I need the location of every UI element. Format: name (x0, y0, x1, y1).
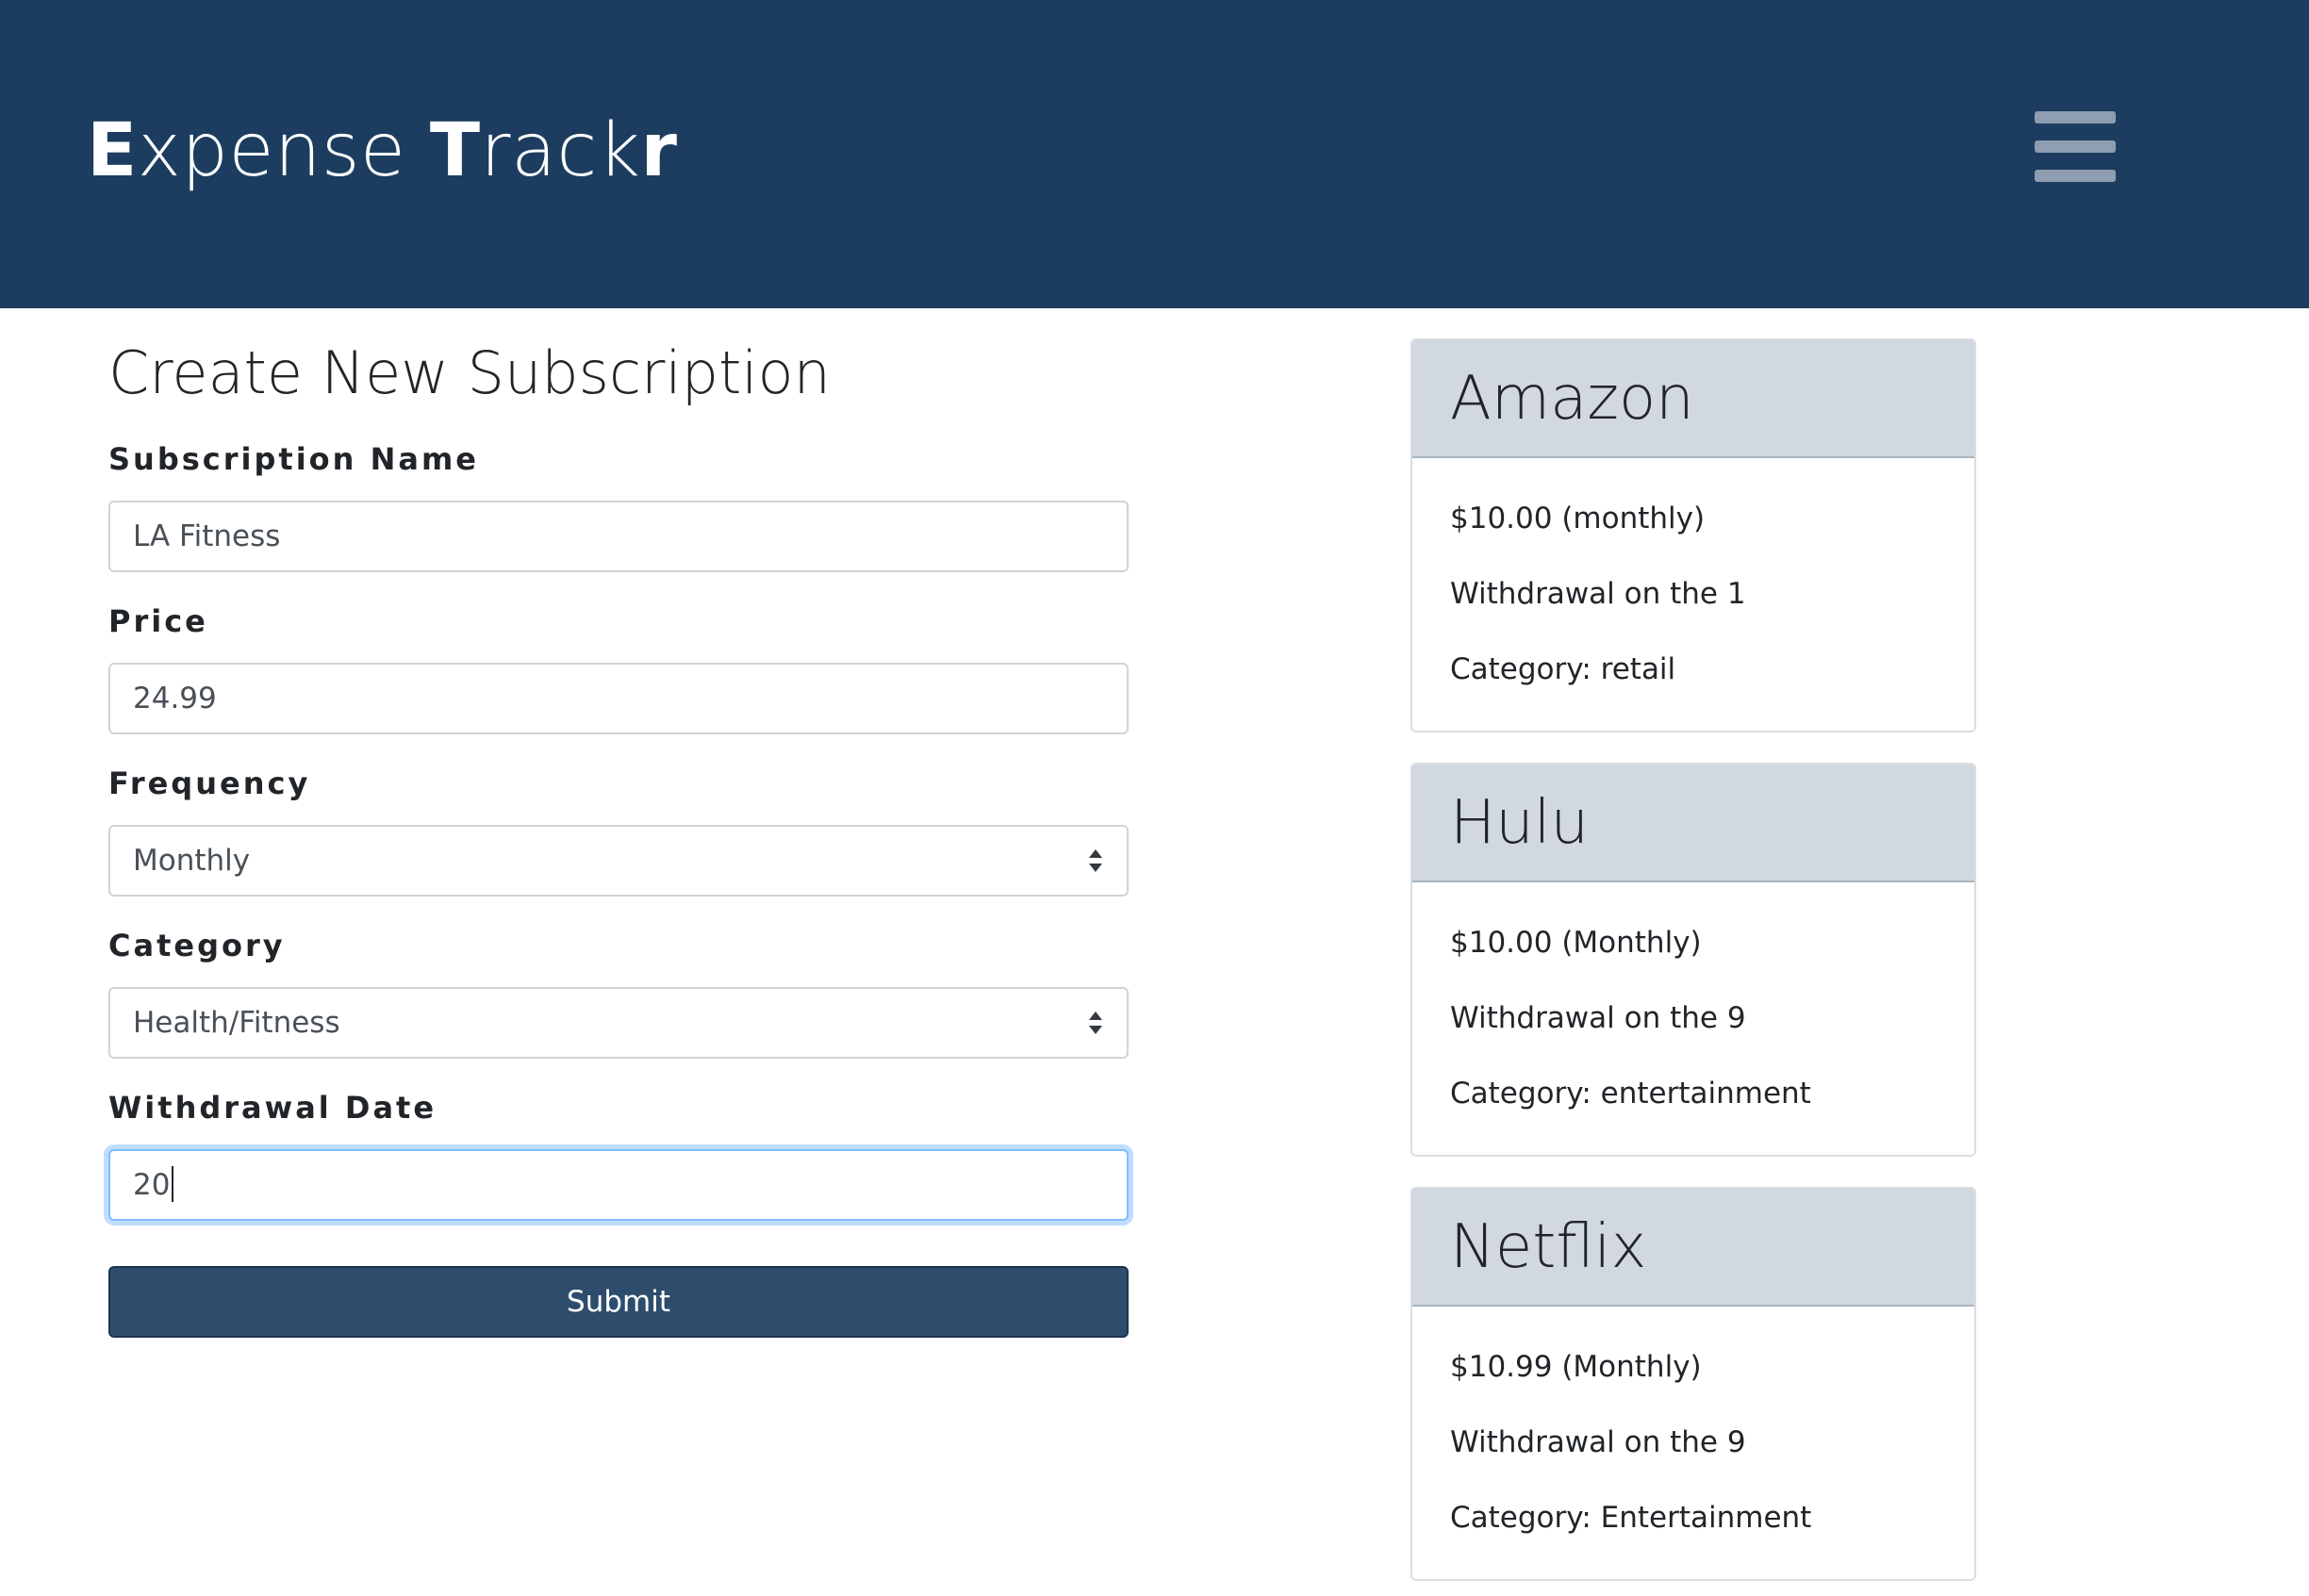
card-body: $10.00 (Monthly) Withdrawal on the 9 Cat… (1412, 882, 1974, 1155)
frequency-value: Monthly (133, 844, 251, 878)
withdrawal-date-field: Withdrawal Date 20 (108, 1089, 1129, 1221)
card-title: Netflix (1450, 1212, 1647, 1282)
brand-logo[interactable]: Expense Trackr (87, 106, 677, 196)
card-title: Amazon (1450, 364, 1694, 434)
frequency-field: Frequency Monthly (108, 765, 1129, 897)
card-header: Netflix (1412, 1189, 1974, 1307)
card-price: $10.00 (Monthly) (1450, 926, 1702, 960)
card-category: Category: Entertainment (1450, 1501, 1812, 1535)
card-withdrawal: Withdrawal on the 9 (1450, 1001, 1746, 1035)
subscription-name-input[interactable]: LA Fitness (108, 501, 1129, 572)
category-value: Health/Fitness (133, 1006, 340, 1040)
navbar: Expense Trackr (0, 0, 2309, 308)
card-header: Amazon (1412, 340, 1974, 458)
price-label: Price (108, 603, 208, 639)
frequency-label: Frequency (108, 765, 311, 801)
category-field: Category Health/Fitness (108, 927, 1129, 1059)
select-arrows-icon (1089, 1012, 1102, 1034)
submit-button[interactable]: Submit (108, 1266, 1129, 1338)
menu-icon[interactable] (2035, 109, 2116, 183)
form-title: Create New Subscription (108, 338, 831, 407)
card-title: Hulu (1450, 788, 1590, 858)
subscription-name-field: Subscription Name LA Fitness (108, 440, 1129, 572)
withdrawal-date-value: 20 (133, 1168, 171, 1202)
subscription-card-netflix: Netflix $10.99 (Monthly) Withdrawal on t… (1410, 1187, 1976, 1581)
card-price: $10.99 (Monthly) (1450, 1350, 1702, 1384)
menu-bar (2035, 111, 2116, 123)
text-caret (172, 1165, 174, 1202)
card-price: $10.00 (monthly) (1450, 502, 1706, 535)
subscription-name-value: LA Fitness (133, 519, 281, 553)
price-field: Price 24.99 (108, 602, 1129, 734)
menu-bar (2035, 140, 2116, 153)
card-withdrawal: Withdrawal on the 1 (1450, 577, 1746, 611)
card-header: Hulu (1412, 765, 1974, 882)
card-body: $10.99 (Monthly) Withdrawal on the 9 Cat… (1412, 1307, 1974, 1579)
card-category: Category: retail (1450, 652, 1676, 686)
withdrawal-date-input[interactable]: 20 (108, 1149, 1129, 1221)
category-select[interactable]: Health/Fitness (108, 987, 1129, 1059)
frequency-select[interactable]: Monthly (108, 825, 1129, 897)
withdrawal-date-label: Withdrawal Date (108, 1090, 437, 1126)
create-subscription-form: Create New Subscription Subscription Nam… (108, 335, 1129, 1338)
category-label: Category (108, 928, 286, 963)
card-withdrawal: Withdrawal on the 9 (1450, 1425, 1746, 1459)
select-arrows-icon (1089, 849, 1102, 872)
subscription-card-hulu: Hulu $10.00 (Monthly) Withdrawal on the … (1410, 763, 1976, 1157)
subscription-name-label: Subscription Name (108, 441, 479, 477)
price-value: 24.99 (133, 682, 217, 716)
price-input[interactable]: 24.99 (108, 663, 1129, 734)
subscription-card-amazon: Amazon $10.00 (monthly) Withdrawal on th… (1410, 338, 1976, 732)
menu-bar (2035, 170, 2116, 182)
card-category: Category: entertainment (1450, 1077, 1811, 1111)
card-body: $10.00 (monthly) Withdrawal on the 1 Cat… (1412, 458, 1974, 731)
